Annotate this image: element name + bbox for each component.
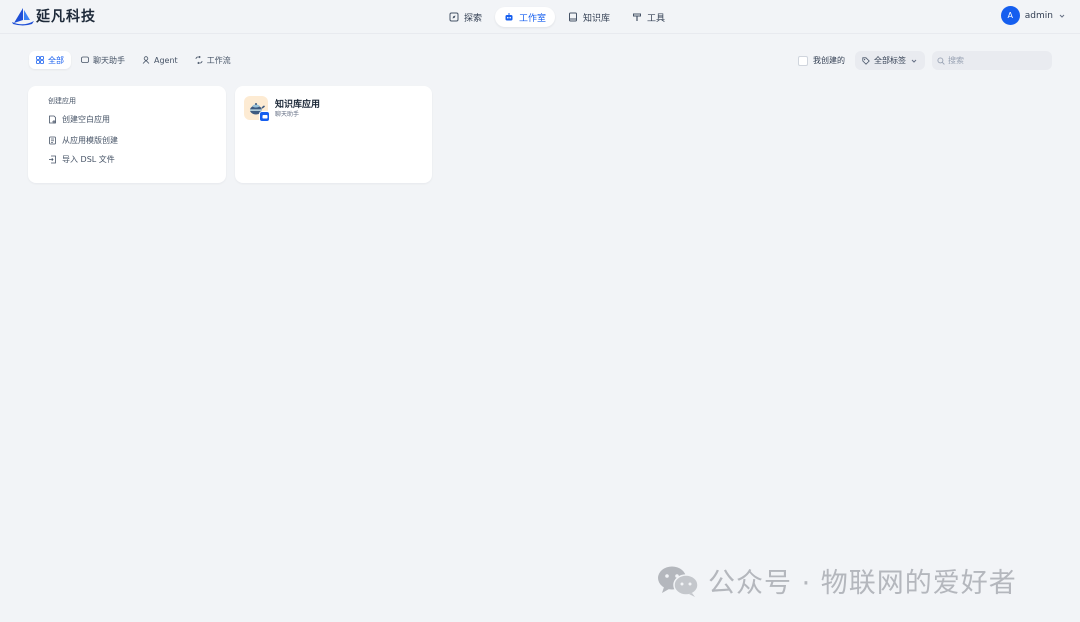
chevron-down-icon: [1059, 14, 1065, 18]
workflow-icon: [195, 56, 203, 64]
import-dsl-button[interactable]: 导入 DSL 文件: [48, 154, 115, 165]
create-from-template-button[interactable]: 从应用模版创建: [48, 135, 118, 146]
chat-icon: [81, 56, 89, 63]
nav-studio-label: 工作室: [519, 13, 547, 24]
create-blank-app-button[interactable]: 创建空白应用: [48, 114, 110, 125]
grid-icon: [36, 56, 44, 64]
tag-icon: [862, 56, 870, 65]
wechat-icon: [658, 566, 699, 597]
created-by-me-toggle[interactable]: 我创建的: [798, 55, 845, 66]
search-box[interactable]: [932, 51, 1052, 70]
nav-tools[interactable]: 工具: [623, 7, 674, 27]
template-icon: [49, 136, 56, 145]
tab-agent[interactable]: Agent: [135, 51, 185, 69]
tab-agent-label: Agent: [154, 55, 178, 65]
create-app-card: 创建应用 创建空白应用 从应用模版创建 导入 DSL 文件: [28, 86, 226, 183]
nav-knowledge[interactable]: 知识库: [559, 7, 619, 27]
create-app-title: 创建应用: [48, 97, 76, 105]
tag-filter-label: 全部标签: [874, 56, 906, 65]
nav-explore[interactable]: 探索: [440, 7, 491, 27]
nav-studio[interactable]: 工作室: [495, 7, 556, 27]
import-dsl-label: 导入 DSL 文件: [62, 155, 115, 164]
tab-all-label: 全部: [48, 55, 64, 65]
compass-icon: [449, 12, 459, 22]
watermark: 公众号 · 物联网的爱好者: [656, 561, 1017, 600]
tab-workflow[interactable]: 工作流: [188, 51, 238, 69]
app-card[interactable]: 知识库应用 聊天助手: [235, 86, 432, 183]
tab-workflow-label: 工作流: [206, 55, 231, 65]
main-nav: 探索 工作室 知识库 工具: [440, 7, 674, 27]
tag-filter-select[interactable]: 全部标签: [855, 51, 925, 70]
user-name[interactable]: admin: [1025, 11, 1053, 21]
watermark-text: 公众号 · 物联网的爱好者: [708, 568, 1017, 599]
app-type-tabs: 全部 聊天助手 Agent 工作流: [29, 51, 238, 69]
hammer-icon: [633, 13, 642, 21]
create-from-template-label: 从应用模版创建: [62, 136, 118, 145]
brand-logo[interactable]: 延凡科技: [12, 6, 96, 26]
top-header: 延凡科技 探索 工作室 知识库 工具 A admin: [0, 0, 1080, 34]
tab-chat-label: 聊天助手: [93, 55, 125, 65]
nav-tools-label: 工具: [647, 13, 666, 24]
chat-badge-icon: [259, 111, 270, 122]
book-icon: [569, 12, 578, 22]
chevron-down-icon: [911, 59, 917, 63]
sail-logo-icon: [12, 8, 34, 26]
import-icon: [49, 155, 56, 164]
app-type: 聊天助手: [275, 111, 300, 118]
tab-chat[interactable]: 聊天助手: [74, 51, 132, 69]
create-blank-app-label: 创建空白应用: [62, 115, 110, 124]
brand-name: 延凡科技: [36, 9, 96, 25]
search-input[interactable]: [948, 56, 1044, 65]
created-by-me-label: 我创建的: [813, 56, 845, 65]
agent-icon: [142, 56, 150, 64]
nav-explore-label: 探索: [464, 13, 483, 24]
file-plus-icon: [49, 115, 56, 124]
tab-all[interactable]: 全部: [29, 51, 71, 69]
robot-icon: [505, 13, 513, 21]
nav-knowledge-label: 知识库: [583, 13, 611, 24]
search-icon: [937, 56, 945, 65]
created-by-me-checkbox[interactable]: [798, 55, 808, 66]
user-menu[interactable]: A admin: [1000, 6, 1066, 25]
filter-tools: 我创建的 全部标签: [798, 51, 1052, 70]
avatar[interactable]: A: [1000, 6, 1020, 25]
